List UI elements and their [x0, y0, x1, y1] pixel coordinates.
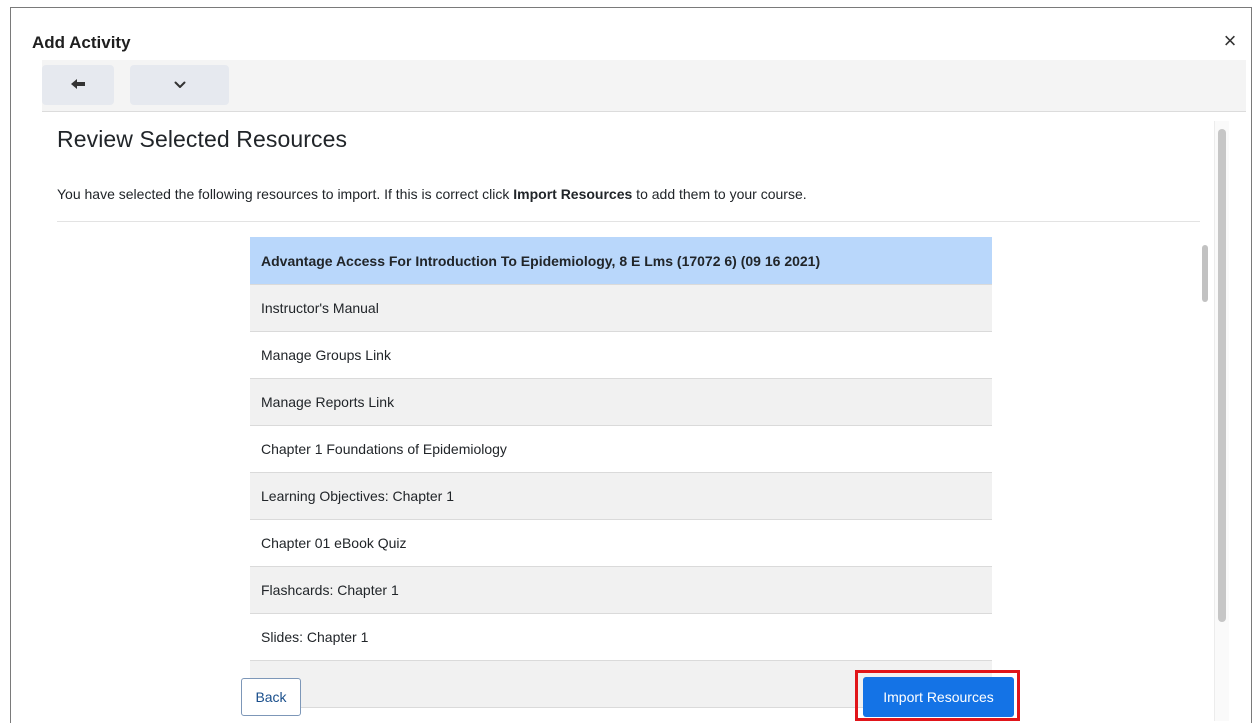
resource-list-header: Advantage Access For Introduction To Epi… [250, 237, 992, 285]
close-icon[interactable]: × [1220, 29, 1240, 53]
list-item: Manage Groups Link [250, 332, 992, 379]
list-item: Slides: Chapter 1 [250, 614, 992, 661]
page-title: Review Selected Resources [57, 126, 348, 152]
add-activity-dialog: Add Activity × Review Selected Resources… [10, 7, 1252, 723]
dropdown-menu-button[interactable] [130, 65, 229, 105]
dialog-title: Add Activity [32, 33, 131, 52]
list-item: Chapter 01 eBook Quiz [250, 520, 992, 567]
chevron-down-icon [174, 76, 186, 94]
list-item: Instructor's Manual [250, 285, 992, 332]
back-arrow-button[interactable] [42, 65, 114, 105]
list-item: Manage Reports Link [250, 379, 992, 426]
page-scrollbar-thumb[interactable] [1218, 129, 1226, 622]
divider [57, 221, 1200, 222]
list-item: Chapter 1 Foundations of Epidemiology [250, 426, 992, 473]
list-scrollbar-thumb[interactable] [1202, 245, 1208, 302]
list-item: Flashcards: Chapter 1 [250, 567, 992, 614]
page-scrollbar[interactable] [1214, 121, 1229, 721]
resource-list: Advantage Access For Introduction To Epi… [250, 237, 992, 708]
arrow-left-icon [71, 76, 85, 94]
intro-text: You have selected the following resource… [57, 186, 807, 202]
list-scrollbar[interactable] [1200, 239, 1210, 669]
review-content: Review Selected Resources You have selec… [42, 112, 1214, 723]
intro-text-end: to add them to your course. [632, 186, 807, 202]
toolbar [42, 60, 1246, 112]
back-button[interactable]: Back [241, 678, 301, 716]
intro-text-bold: Import Resources [513, 186, 633, 202]
list-item: Learning Objectives: Chapter 1 [250, 473, 992, 520]
intro-text-start: You have selected the following resource… [57, 186, 514, 202]
import-resources-button[interactable]: Import Resources [863, 677, 1014, 717]
